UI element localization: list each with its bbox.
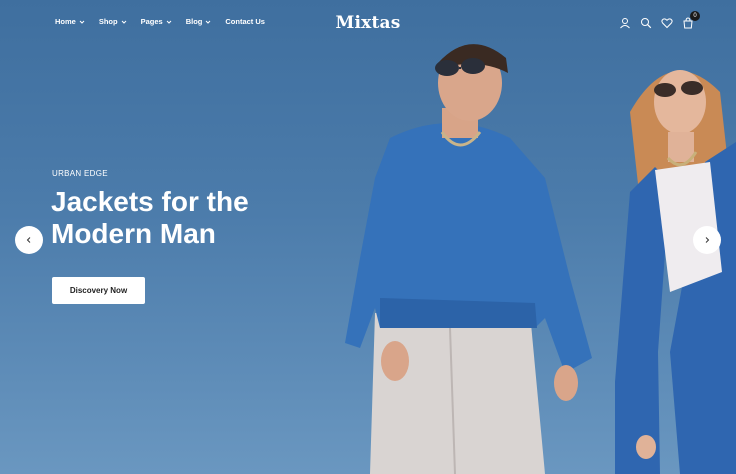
site-header: Home Shop Pages Blog Contact Us Mixtas 0 [0, 0, 736, 46]
hero-headline: Jackets for the Modern Man [51, 186, 311, 250]
hero-image-man [345, 44, 592, 474]
hero-headline-line-1: Jackets for the [51, 186, 249, 217]
discovery-now-button[interactable]: Discovery Now [52, 277, 145, 304]
chevron-left-icon [26, 237, 31, 243]
hero-image-woman [615, 70, 736, 474]
heart-icon[interactable] [661, 16, 673, 29]
user-icon[interactable] [619, 16, 631, 29]
hero-eyebrow: URBAN EDGE [52, 169, 108, 178]
search-icon[interactable] [640, 16, 652, 29]
header-actions: 0 [619, 11, 700, 29]
slider-prev-button[interactable] [15, 226, 43, 254]
cart-count-badge: 0 [690, 11, 700, 21]
hero-headline-line-2: Modern Man [51, 218, 216, 249]
cart-icon[interactable]: 0 [682, 11, 700, 29]
chevron-right-icon [705, 237, 710, 243]
slider-next-button[interactable] [693, 226, 721, 254]
hero-slider: Home Shop Pages Blog Contact Us Mixtas 0… [0, 0, 736, 474]
